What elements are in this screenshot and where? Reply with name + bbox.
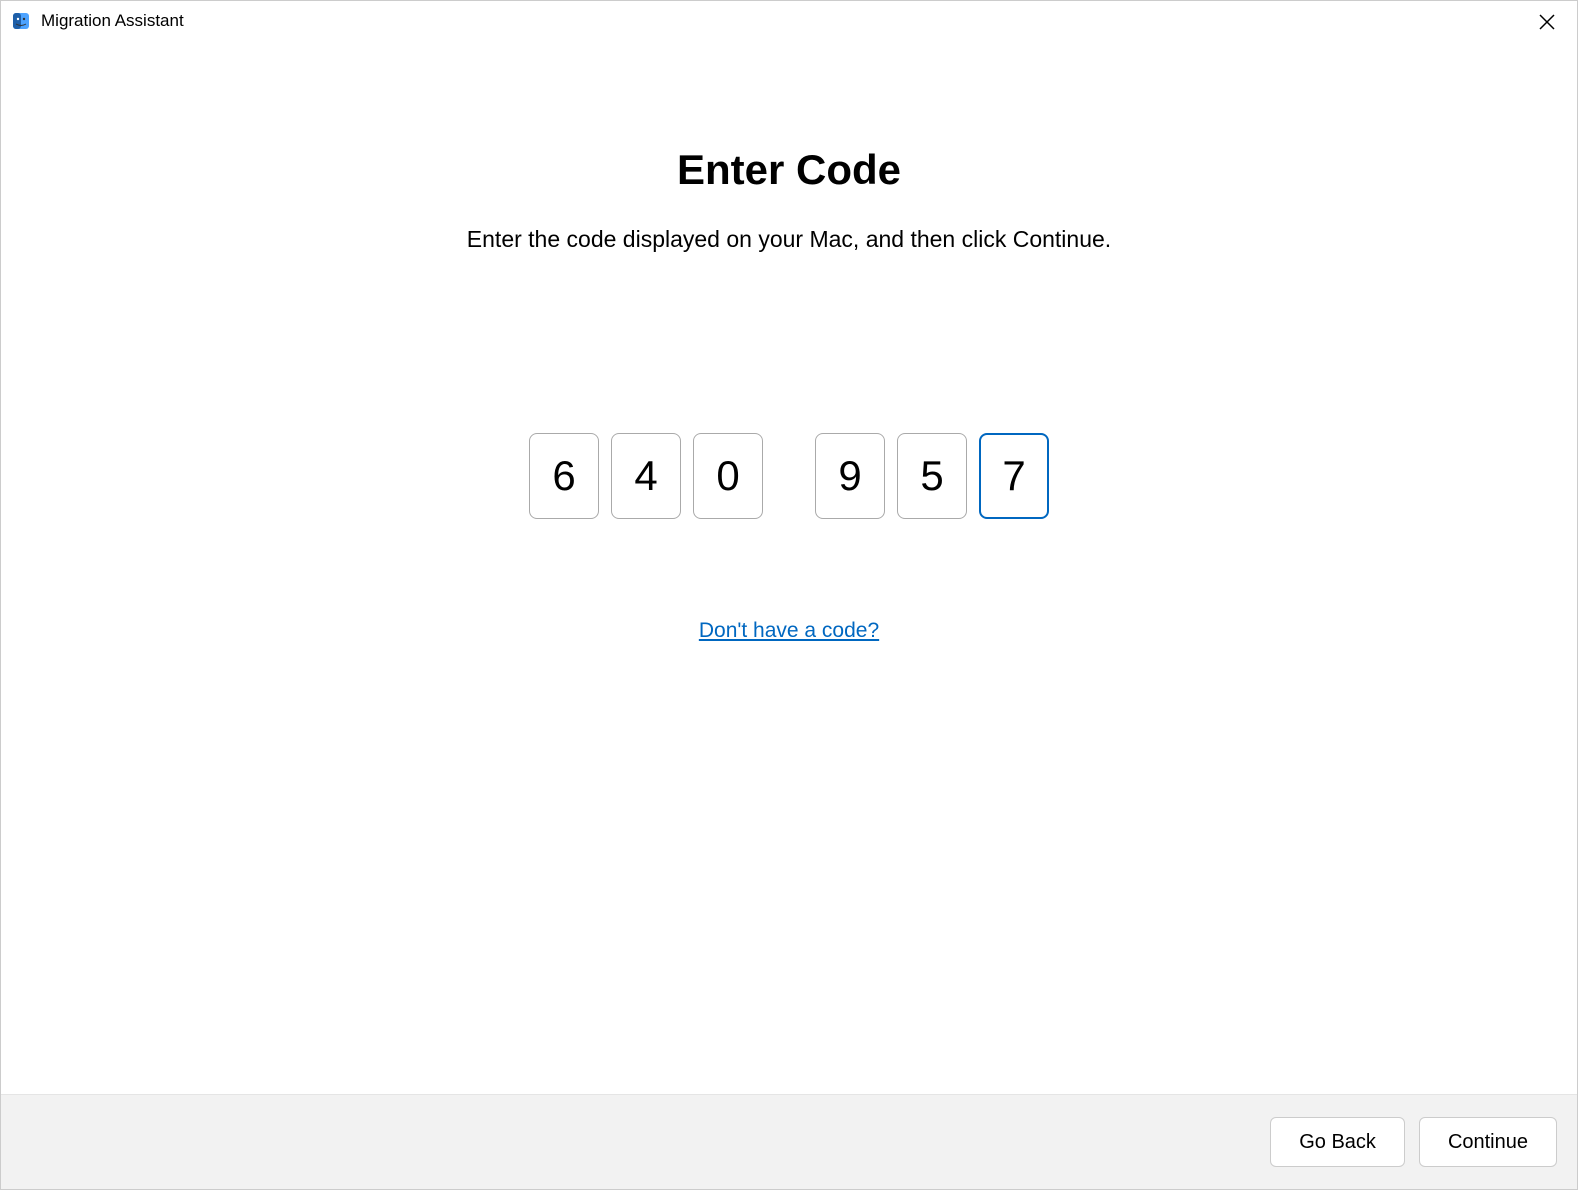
go-back-button[interactable]: Go Back — [1270, 1117, 1405, 1167]
code-digit-6[interactable] — [979, 433, 1049, 519]
no-code-link[interactable]: Don't have a code? — [699, 619, 879, 643]
page-heading: Enter Code — [677, 146, 901, 194]
instruction-text: Enter the code displayed on your Mac, an… — [467, 226, 1111, 253]
code-group-2 — [815, 433, 1049, 519]
code-group-1 — [529, 433, 763, 519]
footer: Go Back Continue — [1, 1094, 1577, 1189]
close-button[interactable] — [1532, 9, 1562, 39]
close-icon — [1539, 13, 1555, 36]
continue-button[interactable]: Continue — [1419, 1117, 1557, 1167]
code-input-container — [529, 433, 1049, 519]
code-digit-5[interactable] — [897, 433, 967, 519]
migration-assistant-icon — [11, 11, 31, 31]
code-digit-1[interactable] — [529, 433, 599, 519]
code-digit-2[interactable] — [611, 433, 681, 519]
code-digit-4[interactable] — [815, 433, 885, 519]
titlebar: Migration Assistant — [1, 1, 1577, 41]
window-title: Migration Assistant — [41, 11, 184, 31]
code-digit-3[interactable] — [693, 433, 763, 519]
content-area: Enter Code Enter the code displayed on y… — [1, 41, 1577, 1094]
window: Migration Assistant Enter Code Enter the… — [0, 0, 1578, 1190]
